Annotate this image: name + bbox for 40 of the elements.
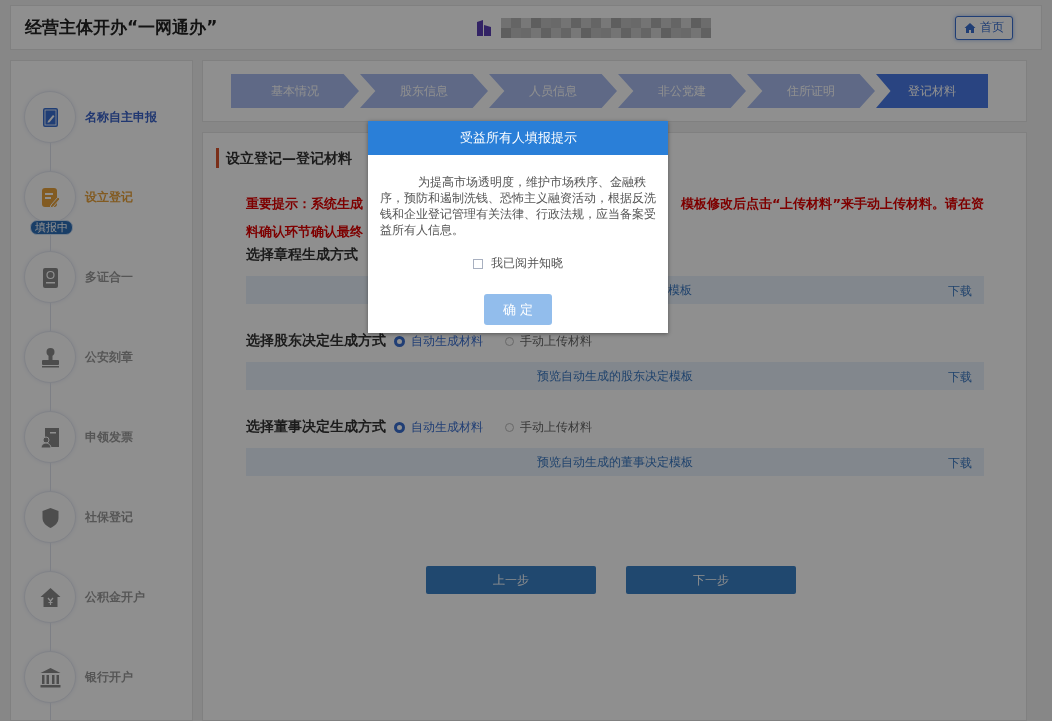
radio-button[interactable] bbox=[505, 336, 514, 346]
progress-step[interactable]: 登记材料 bbox=[876, 74, 988, 108]
option-label[interactable]: 自动生成材料 bbox=[411, 418, 483, 436]
template-link[interactable]: 模板 bbox=[668, 281, 692, 299]
sidebar-item[interactable]: 名称自主申报 bbox=[85, 108, 157, 126]
step-button[interactable]: 上一步 bbox=[426, 566, 596, 594]
checkbox[interactable] bbox=[473, 258, 483, 269]
step-button[interactable]: 下一步 bbox=[626, 566, 796, 594]
download-link[interactable]: 下载 bbox=[948, 283, 972, 300]
sidebar-item[interactable]: 社保登记 bbox=[85, 508, 133, 526]
notice-text: 重要提示：系统生成 bbox=[246, 195, 363, 213]
dialog-title: 受益所有人填报提示 bbox=[368, 121, 668, 155]
confirm-button[interactable]: 确 定 bbox=[484, 294, 552, 325]
sidebar-item[interactable]: 设立登记 bbox=[85, 188, 133, 206]
sidebar-item[interactable]: 银行开户 bbox=[85, 668, 133, 686]
building-icon bbox=[475, 18, 493, 37]
home-icon bbox=[964, 21, 976, 34]
status-badge: 填报中 bbox=[30, 220, 73, 235]
template-link[interactable]: 预览自动生成的股东决定模板 bbox=[537, 367, 693, 385]
notice-text: 模板修改后点击“上传材料”来手动上传材料。请在资 bbox=[680, 195, 984, 213]
field-label: 选择董事决定生成方式 bbox=[246, 418, 386, 436]
download-link[interactable]: 下载 bbox=[948, 455, 972, 472]
download-link[interactable]: 下载 bbox=[948, 369, 972, 386]
home-button[interactable]: 首页 bbox=[955, 15, 1013, 40]
radio-button[interactable] bbox=[505, 422, 514, 432]
option-label[interactable]: 手动上传材料 bbox=[520, 418, 592, 436]
template-link[interactable]: 预览自动生成的董事决定模板 bbox=[537, 453, 693, 471]
option-label[interactable]: 自动生成材料 bbox=[411, 332, 483, 350]
app-title: 经营主体开办“一网通办” bbox=[25, 16, 219, 39]
sidebar-item[interactable]: 公积金开户 bbox=[85, 588, 145, 606]
sidebar-item[interactable]: 多证合一 bbox=[85, 268, 133, 286]
sidebar-item[interactable]: 公安刻章 bbox=[85, 348, 133, 366]
checkbox-label[interactable]: 我已阅并知晓 bbox=[491, 255, 563, 272]
radio-button[interactable] bbox=[394, 421, 405, 433]
option-label[interactable]: 手动上传材料 bbox=[520, 332, 592, 350]
sidebar-item[interactable]: 申领发票 bbox=[85, 428, 133, 446]
dialog-message: 为提高市场透明度，维护市场秩序、金融秩序，预防和遏制洗钱、恐怖主义融资活动，根据反洗钱和企业登记管理有关法律、行政法规，应当备案受益所有人信息。 bbox=[379, 174, 657, 238]
notice-text: 料确认环节确认最终 bbox=[246, 223, 363, 241]
field-label: 选择章程生成方式 bbox=[246, 246, 358, 264]
field-label: 选择股东决定生成方式 bbox=[246, 332, 386, 350]
